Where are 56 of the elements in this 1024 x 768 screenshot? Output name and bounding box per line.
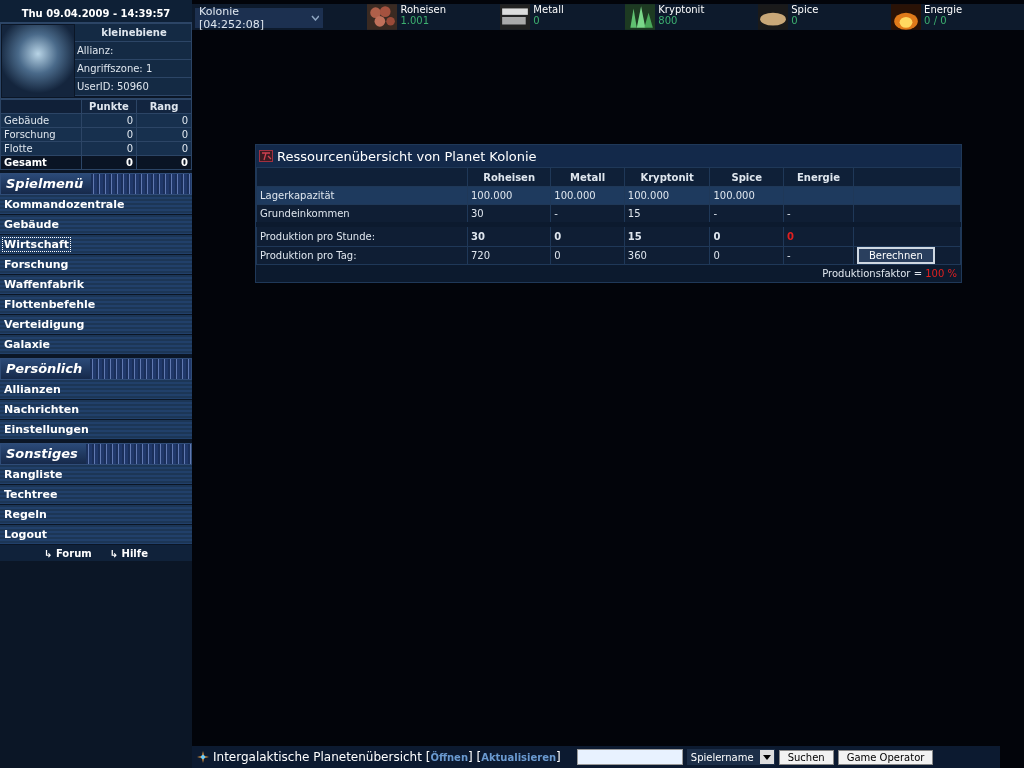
powder-heap-icon	[758, 4, 789, 30]
footer-link[interactable]: ↳ Forum	[44, 547, 92, 559]
table-cell: 0	[709, 224, 784, 247]
menu-item[interactable]: Logout	[2, 527, 50, 542]
username: kleinebiene	[75, 24, 191, 42]
resource-amount: 800	[658, 15, 678, 26]
overview-link[interactable]: Aktualisieren	[481, 752, 557, 763]
menu-section-header: Sonstiges	[0, 443, 192, 465]
column-header: Roheisen	[467, 167, 551, 187]
profile-field: Allianz:	[75, 42, 191, 60]
emblem-icon	[259, 150, 273, 162]
stats-header: Punkte	[81, 99, 137, 114]
overview-link[interactable]: Öffnen	[430, 752, 468, 763]
resource-name: Kryptonit	[658, 4, 705, 15]
search-button[interactable]: Suchen	[778, 749, 834, 765]
menu-item[interactable]: Galaxie	[2, 337, 52, 352]
resource-amount: 0	[791, 15, 798, 26]
star-icon	[197, 751, 209, 763]
planet-select[interactable]: Kolonie [04:252:08]	[195, 8, 324, 28]
column-header: Kryptonit	[624, 167, 710, 187]
column-header: Spice	[709, 167, 784, 187]
search-button[interactable]: Game Operator	[837, 749, 934, 765]
footer-link[interactable]: ↳ Hilfe	[109, 547, 148, 559]
search-field[interactable]	[576, 749, 683, 765]
resource-amount: 0 / 0	[924, 15, 947, 26]
menu-section-header: Spielmenü	[0, 173, 192, 195]
resource-name: Roheisen	[400, 4, 447, 15]
menu-section-header: Persönlich	[0, 358, 192, 380]
resource-name: Metall	[533, 4, 564, 15]
fire-icon	[891, 4, 922, 30]
column-header: Metall	[550, 167, 625, 187]
table-cell: 30	[467, 224, 551, 247]
metal-bars-icon	[500, 4, 531, 30]
stats-header: Rang	[136, 99, 192, 114]
resource-amount: 1.001	[400, 15, 431, 26]
planet-overview-title: Intergalaktische Planetenübersicht [Öffnen] [Aktualisieren]	[213, 750, 561, 764]
resource-name: Energie	[924, 4, 963, 15]
menu-item[interactable]: Regeln	[2, 507, 49, 522]
column-header: Energie	[783, 167, 854, 187]
profile-field: Angriffszone: 1	[75, 60, 191, 78]
date-time: Thu 09.04.2009 - 14:39:57	[0, 0, 192, 23]
search-type-select[interactable]: Spielername	[686, 749, 775, 765]
avatar-image	[2, 25, 74, 97]
calculate-button[interactable]: Berechnen	[857, 247, 935, 264]
profile-field: UserID: 50960	[75, 78, 191, 96]
panel-title: Ressourcenübersicht von Planet Kolonie	[277, 148, 537, 164]
production-factor: Produktionsfaktor = 100 %	[822, 268, 957, 279]
table-cell: 0	[550, 224, 625, 247]
table-cell: 0	[783, 224, 854, 247]
row-label: Produktion pro Stunde:	[256, 224, 468, 247]
resource-amount: 0	[533, 15, 541, 26]
ore-chunks-icon	[367, 4, 398, 30]
crystal-icon	[625, 4, 656, 30]
table-cell: 15	[624, 224, 710, 247]
resource-name: Spice	[791, 4, 819, 15]
menu-item[interactable]: Wirtschaft	[2, 237, 71, 252]
